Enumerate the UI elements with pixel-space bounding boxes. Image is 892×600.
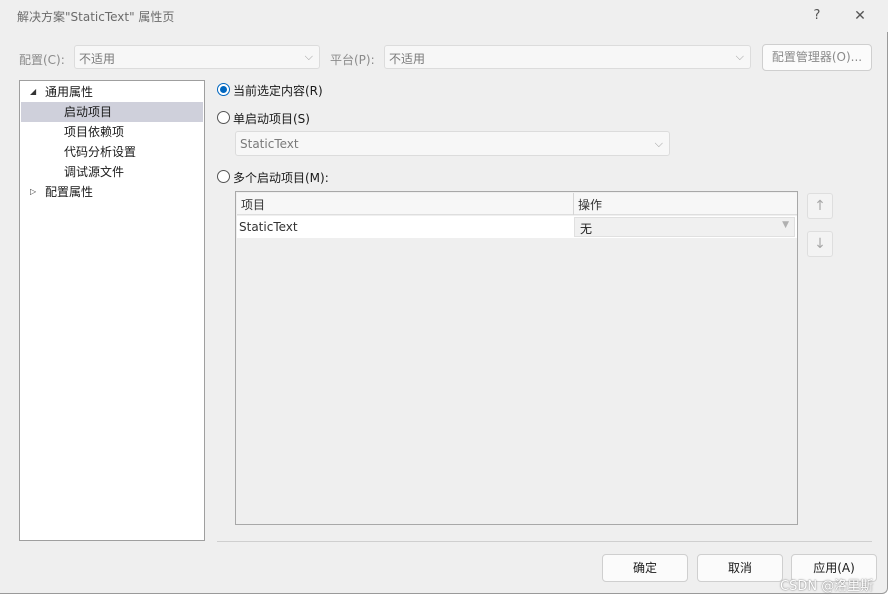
single-startup-dropdown[interactable]: StaticText ⌵ [235, 131, 670, 156]
chevron-down-icon: ▼ [782, 220, 789, 230]
radio-label: 单启动项目(S) [233, 112, 310, 126]
tree-item-label: 代码分析设置 [64, 145, 137, 159]
radio-current-selection[interactable]: 当前选定内容(R) [217, 81, 417, 99]
chevron-down-icon: ⌵ [654, 137, 663, 150]
radio-unchecked-icon[interactable] [217, 170, 230, 183]
tree-item-config-properties[interactable]: ▷ 配置属性 [20, 182, 204, 202]
tree-item-common-properties[interactable]: ◢ 通用属性 [20, 82, 204, 102]
action-value: 无 [580, 222, 593, 236]
platform-value: 不适用 [389, 52, 426, 66]
radio-label: 当前选定内容(R) [233, 84, 323, 98]
tree-item-label: 调试源文件 [64, 165, 125, 179]
radio-multiple-startup[interactable]: 多个启动项目(M): [217, 168, 417, 186]
cancel-button[interactable]: 取消 [697, 554, 783, 582]
tree-item-code-analysis[interactable]: 代码分析设置 [20, 142, 204, 162]
table-row[interactable]: StaticText 无 ▼ [237, 216, 797, 238]
arrow-up-icon: ↑ [814, 198, 826, 214]
radio-unchecked-icon[interactable] [217, 111, 230, 124]
radio-label: 多个启动项目(M): [233, 171, 329, 185]
settings-tree: ◢ 通用属性 启动项目 项目依赖项 代码分析设置 调试源文件 ▷ 配置属性 [19, 80, 205, 541]
multiple-startup-grid: 项目 操作 StaticText 无 ▼ [235, 191, 798, 525]
platform-dropdown[interactable]: 不适用 ⌵ [384, 45, 751, 69]
config-label: 配置(C): [19, 53, 65, 67]
tree-item-startup-project[interactable]: 启动项目 [21, 102, 203, 122]
watermark-text: CSDN @洛里斯 [780, 579, 874, 594]
ok-button[interactable]: 确定 [602, 554, 688, 582]
tree-item-label: 通用属性 [45, 85, 94, 99]
chevron-down-icon: ⌵ [735, 50, 744, 63]
radio-checked-icon[interactable] [217, 83, 230, 96]
column-header-action[interactable]: 操作 [578, 196, 602, 213]
grid-header: 项目 操作 [237, 193, 797, 215]
column-divider[interactable] [573, 193, 574, 215]
move-down-button[interactable]: ↓ [807, 231, 833, 257]
project-cell: StaticText [239, 220, 298, 234]
platform-label: 平台(P): [330, 53, 375, 67]
close-icon[interactable]: ✕ [846, 5, 874, 27]
tree-item-label: 项目依赖项 [64, 125, 125, 139]
footer-divider [217, 541, 872, 542]
tree-item-debug-source-files[interactable]: 调试源文件 [20, 162, 204, 182]
window-title: 解决方案"StaticText" 属性页 [17, 10, 175, 24]
config-manager-button[interactable]: 配置管理器(O)... [762, 44, 872, 71]
tree-item-project-dependencies[interactable]: 项目依赖项 [20, 122, 204, 142]
column-header-project[interactable]: 项目 [241, 196, 265, 213]
collapsed-arrow-icon[interactable]: ▷ [30, 182, 36, 202]
move-up-button[interactable]: ↑ [807, 193, 833, 219]
title-bar: 解决方案"StaticText" 属性页 ? ✕ [0, 0, 888, 32]
config-value: 不适用 [79, 52, 116, 66]
action-dropdown[interactable]: 无 ▼ [574, 217, 795, 237]
chevron-down-icon: ⌵ [304, 50, 313, 63]
radio-single-startup[interactable]: 单启动项目(S) [217, 109, 417, 127]
property-pages-dialog: 解决方案"StaticText" 属性页 ? ✕ 配置(C): 不适用 ⌵ 平台… [0, 0, 888, 594]
arrow-down-icon: ↓ [814, 236, 826, 252]
help-icon[interactable]: ? [803, 5, 831, 27]
single-startup-value: StaticText [240, 137, 299, 151]
expanded-arrow-icon[interactable]: ◢ [30, 82, 36, 102]
tree-item-label: 启动项目 [64, 105, 113, 119]
config-dropdown[interactable]: 不适用 ⌵ [74, 45, 320, 69]
tree-item-label: 配置属性 [45, 185, 94, 199]
